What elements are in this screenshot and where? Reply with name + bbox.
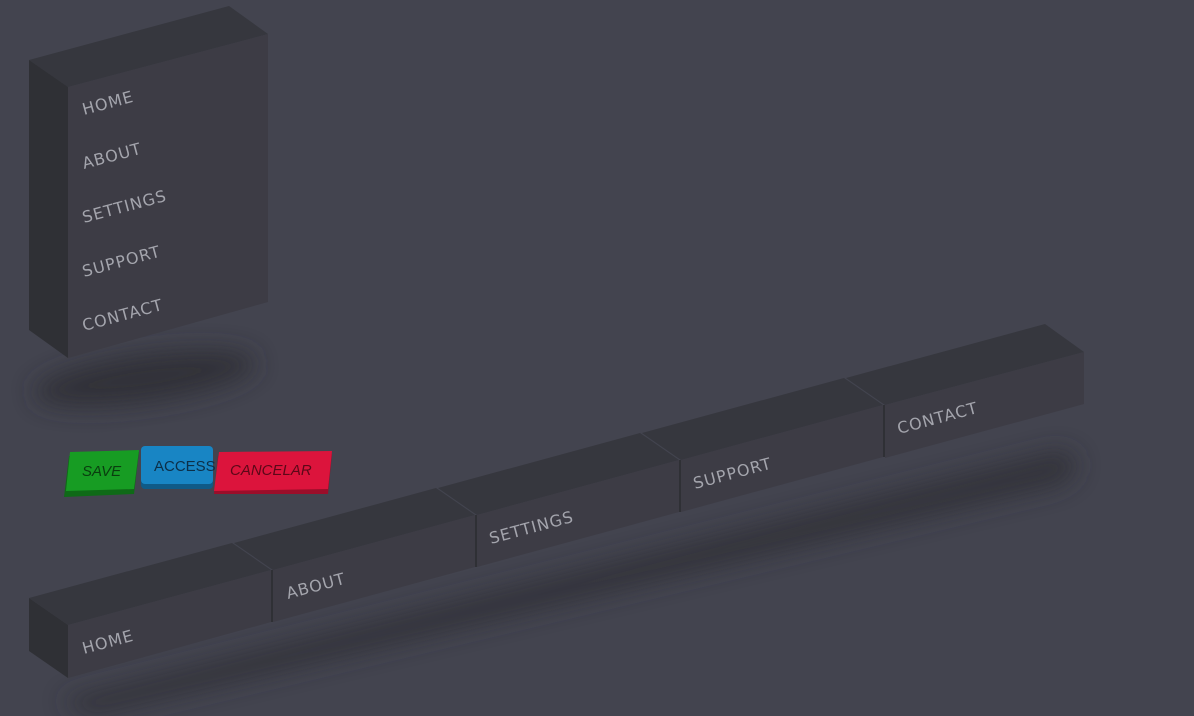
canvas: HOME ABOUT SETTINGS SUPPORT CONTACT SAVE… [0, 0, 1194, 716]
horizontal-menu-item-support-divider [679, 460, 681, 512]
vertical-menu-side-face [29, 60, 68, 358]
save-button[interactable]: SAVE [64, 450, 139, 497]
vertical-menu: HOME ABOUT SETTINGS SUPPORT CONTACT [29, 6, 268, 407]
access-button[interactable]: ACCESS [141, 446, 216, 489]
horizontal-menu-item-settings-divider [475, 515, 477, 567]
save-button-label: SAVE [82, 463, 122, 480]
horizontal-menu-item-about-divider [271, 570, 273, 622]
cancel-button[interactable]: CANCELAR [214, 451, 332, 494]
scene: HOME ABOUT SETTINGS SUPPORT CONTACT SAVE… [29, 6, 1084, 716]
button-group: SAVE ACCESS CANCELAR [64, 446, 332, 497]
vertical-menu-front-face [68, 34, 268, 358]
cancel-button-label: CANCELAR [230, 462, 312, 479]
access-button-label: ACCESS [154, 458, 216, 475]
horizontal-menu-item-contact-divider [883, 405, 885, 457]
